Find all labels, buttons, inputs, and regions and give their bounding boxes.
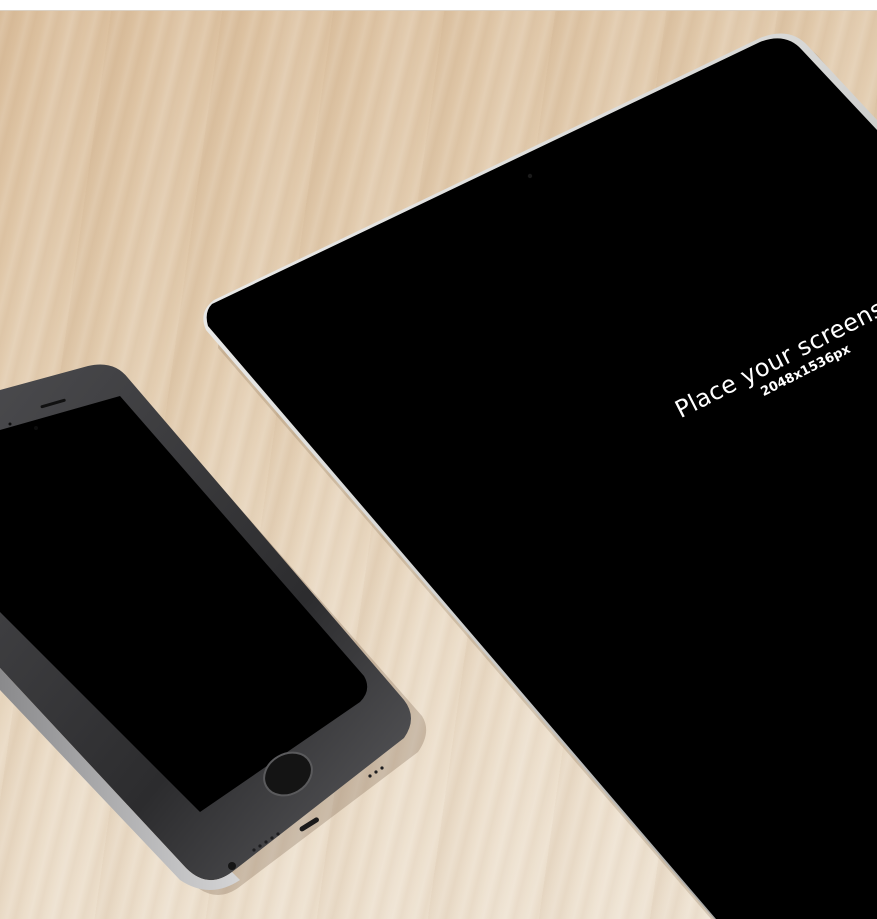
photo-scene: Place your screensh 2048x1536px [0,0,877,919]
tablet-camera-icon [527,173,533,179]
phone-sensor-icon [8,422,12,426]
devices-illustration [0,33,877,919]
headphone-jack [228,862,236,870]
phone-camera-icon [34,426,38,430]
